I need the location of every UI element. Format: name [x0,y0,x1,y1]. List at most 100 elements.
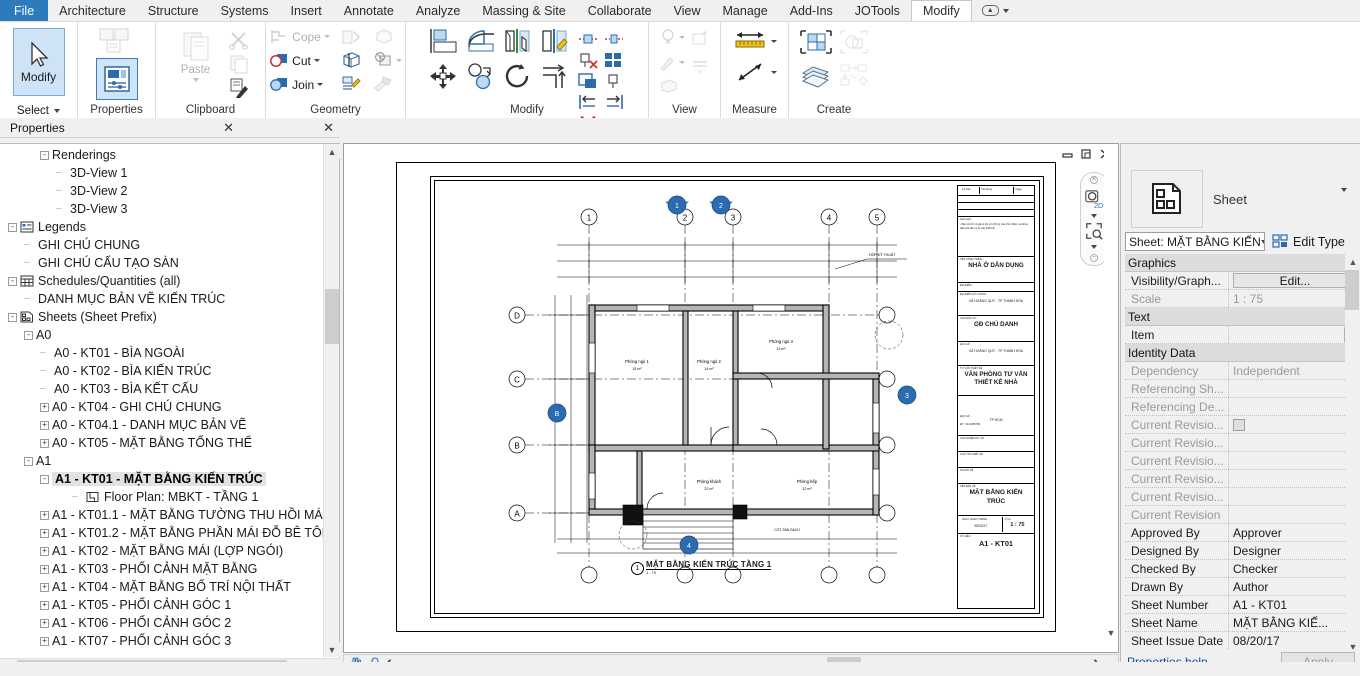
properties-scrollbar[interactable]: ▲ ▼ [1345,254,1360,654]
select-dropdown[interactable]: Select [0,105,77,117]
tree-item[interactable]: ┄3D-View 3 [0,200,324,218]
tree-item[interactable]: +A0 - KT04.1 - DANH MỤC BẢN VẼ [0,416,324,434]
collapse-toggle-icon[interactable]: - [40,151,49,160]
property-row[interactable]: Visibility/Graph...Edit... [1125,272,1357,290]
canvas-scroll-down-icon[interactable]: ▼ [1104,626,1118,640]
chevron-down-icon[interactable] [1091,245,1097,249]
property-value[interactable] [1229,488,1357,505]
join-geometry-button[interactable]: Join [269,76,330,93]
create-group-icon[interactable] [799,63,833,89]
paint-icon[interactable] [340,74,362,92]
tree-item[interactable]: +A1 - KT02 - MẶT BẰNG MÁI (LỢP NGÓI) [0,542,324,560]
menu-item-collaborate[interactable]: Collaborate [577,0,663,21]
property-row[interactable]: Approved ByApprover [1125,524,1357,542]
drawing-canvas[interactable]: ✕ 2D − [343,143,1119,653]
split-face-icon[interactable] [340,51,362,69]
property-row[interactable]: Checked ByChecker [1125,560,1357,578]
copy-move-icon[interactable] [466,63,496,90]
properties-section-header[interactable]: Identity Data« [1125,344,1357,362]
tree-item[interactable]: -Sheets (Sheet Prefix) [0,308,324,326]
property-value[interactable] [1229,326,1357,343]
collapse-toggle-icon[interactable]: - [24,331,33,340]
chevron-down-icon[interactable] [1261,240,1265,244]
tree-item[interactable]: -Legends [0,218,324,236]
property-value[interactable] [1229,416,1357,433]
tree-item[interactable]: +A1 - KT03 - PHỐI CẢNH MẶT BẰNG [0,560,324,578]
property-value[interactable]: 08/20/17 [1229,632,1357,649]
menu-item-massing-site[interactable]: Massing & Site [471,0,576,21]
scale-icon[interactable] [577,72,599,90]
chevron-down-icon[interactable] [771,40,777,43]
type-preview[interactable]: Sheet [1125,168,1357,230]
property-row[interactable]: Current Revisio... [1125,470,1357,488]
properties-button[interactable] [96,58,138,100]
property-value[interactable] [1229,506,1357,523]
property-value[interactable] [1229,380,1357,397]
copy-icon[interactable] [228,54,250,74]
split-with-gap-icon[interactable] [603,30,625,48]
property-row[interactable]: Referencing Sh... [1125,380,1357,398]
ribbon-collapse-icon[interactable]: ▲ [982,5,999,16]
property-value[interactable]: MẶT BẰNG KIẾ... [1229,614,1357,631]
align-icon[interactable] [429,28,459,55]
expand-toggle-icon[interactable]: + [40,637,49,646]
collapse-toggle-icon[interactable]: - [40,475,49,484]
navbar-collapse-icon[interactable]: − [1090,254,1098,262]
wall-join-icon[interactable] [340,28,362,46]
menu-item-view[interactable]: View [663,0,712,21]
demolish-solid-icon[interactable] [372,28,394,46]
chevron-down-icon[interactable] [317,83,323,86]
tree-item[interactable]: ┄3D-View 2 [0,182,324,200]
tree-item[interactable]: +A0 - KT04 - GHI CHÚ CHUNG [0,398,324,416]
create-similar-icon[interactable] [799,29,833,57]
property-row[interactable]: Scale1 : 75 [1125,290,1357,308]
chevron-down-icon[interactable] [1341,188,1347,206]
property-row[interactable]: DependencyIndependent [1125,362,1357,380]
menu-item-add-ins[interactable]: Add-Ins [779,0,844,21]
move-icon[interactable] [429,63,459,90]
menu-item-jotools[interactable]: JOTools [844,0,911,21]
tree-item[interactable]: ┄DANH MỤC BẢN VẼ KIẾN TRÚC [0,290,324,308]
expand-toggle-icon[interactable]: + [40,421,49,430]
zoom-fit-icon[interactable] [1085,222,1103,240]
mirror-pick-icon[interactable] [503,28,533,55]
expand-toggle-icon[interactable]: + [40,547,49,556]
chevron-down-icon[interactable] [193,78,199,82]
title-block[interactable]: Ký hiệu Nội dung Ngày GHI CHÚ: - Bản vẽ … [957,185,1035,609]
minimize-icon[interactable] [1062,148,1074,160]
properties-section-header[interactable]: Graphics« [1125,254,1357,272]
modify-button[interactable]: Modify [13,28,65,96]
property-value[interactable]: Approver [1229,524,1357,541]
floor-plan-drawing[interactable]: 1 2 3 4 5 D C B [437,183,967,603]
property-checkbox[interactable] [1233,419,1245,431]
chevron-down-icon[interactable] [1003,9,1009,13]
menu-item-annotate[interactable]: Annotate [333,0,405,21]
paste-button[interactable]: Paste [172,28,220,82]
trim-extend-icon[interactable] [540,63,570,90]
property-row[interactable]: Item [1125,326,1357,344]
ribbon-minimize-control[interactable]: ▲ [972,0,1019,21]
cut-scissors-icon[interactable] [228,30,250,50]
menu-item-insert[interactable]: Insert [280,0,333,21]
rotate-icon[interactable] [503,63,533,90]
menu-item-manage[interactable]: Manage [712,0,779,21]
property-row[interactable]: Current Revisio... [1125,416,1357,434]
chevron-down-icon[interactable] [679,61,685,64]
cope-button[interactable]: Cope [269,28,330,45]
expand-toggle-icon[interactable]: + [40,583,49,592]
chevron-down-icon[interactable] [314,59,320,62]
property-value[interactable]: Edit... [1229,272,1357,289]
chevron-down-icon[interactable] [324,35,330,38]
expand-toggle-icon[interactable]: + [40,619,49,628]
collapse-toggle-icon[interactable]: - [8,277,17,286]
create-assembly-icon[interactable] [839,63,869,89]
chevron-down-icon[interactable] [396,59,402,62]
property-row[interactable]: Current Revisio... [1125,488,1357,506]
array-icon[interactable] [603,51,625,69]
properties-section-header[interactable]: Text« [1125,308,1357,326]
property-value[interactable]: Author [1229,578,1357,595]
property-value[interactable] [1229,398,1357,415]
split-element-icon[interactable] [577,30,599,48]
tree-item[interactable]: -Renderings [0,146,324,164]
tree-item[interactable]: +A1 - KT04 - MẶT BẰNG BỐ TRÍ NỘI THẤT [0,578,324,596]
